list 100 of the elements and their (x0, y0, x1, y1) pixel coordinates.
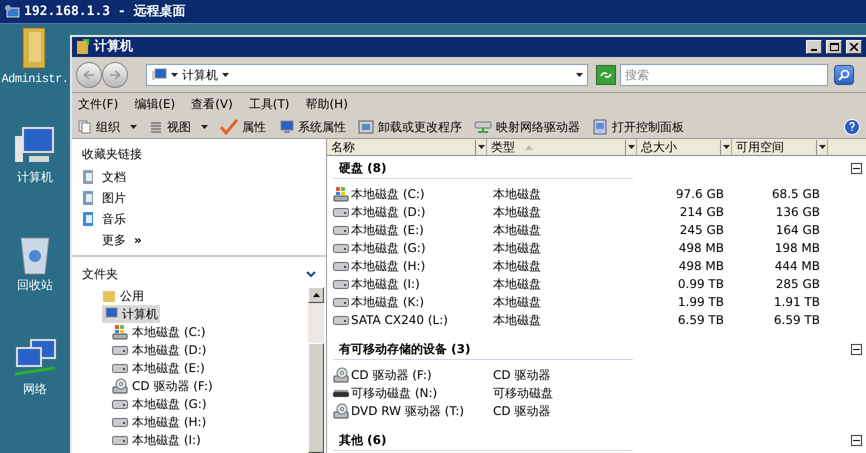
drive-row[interactable]: 本地磁盘 (I:) 本地磁盘 0.99 TB 285 GB (329, 275, 862, 293)
free-space: 1.91 TB (774, 295, 820, 309)
window-title: 计算机 (94, 38, 133, 56)
favorite-link[interactable]: 文档 (82, 168, 316, 186)
toolbar-button[interactable]: 映射网络驱动器 (474, 118, 580, 136)
tree-item[interactable]: 本地磁盘 (H:) (112, 413, 206, 431)
tree-item[interactable]: 本地磁盘 (D:) (112, 341, 206, 359)
drive-type: 本地磁盘 (493, 241, 541, 255)
more-chevron[interactable]: » (134, 231, 142, 249)
tree-item[interactable]: 本地磁盘 (I:) (112, 431, 201, 449)
collapse-button[interactable] (851, 434, 862, 446)
tree-item[interactable]: 计算机 (102, 305, 160, 323)
scroll-up-icon (312, 293, 320, 297)
toolbar-button[interactable]: 卸载或更改程序 (358, 118, 462, 136)
drive-name: 本地磁盘 (G:) (351, 240, 426, 257)
free-space: 68.5 GB (772, 187, 820, 201)
maximize-button[interactable] (826, 40, 842, 54)
caret-icon (130, 124, 137, 128)
desktop-icon[interactable]: 回收站 (17, 232, 53, 338)
back-arrow-icon (83, 70, 95, 80)
drive-row[interactable]: CD 驱动器 (F:) CD 驱动器 (329, 366, 862, 384)
collapse-button[interactable] (851, 344, 862, 354)
list-icon (149, 120, 163, 134)
drive-name: DVD RW 驱动器 (T:) (351, 403, 464, 420)
desktop-icon-label: 回收站 (17, 277, 53, 294)
column-header[interactable]: 总大小 (637, 139, 732, 155)
free-space: 444 MB (774, 259, 820, 273)
total-size: 498 MB (678, 259, 724, 273)
toolbar-button[interactable]: 属性 (220, 118, 266, 136)
menu-item[interactable]: 文件(F) (78, 95, 118, 113)
drive-row[interactable]: 本地磁盘 (E:) 本地磁盘 245 GB 164 GB (329, 221, 862, 239)
drive-row[interactable]: 本地磁盘 (C:) 本地磁盘 97.6 GB 68.5 GB (329, 185, 862, 203)
cd-drive-icon (112, 378, 128, 394)
back-button[interactable] (76, 62, 102, 88)
search-button[interactable] (834, 64, 854, 84)
drive-icon (333, 208, 349, 216)
column-header[interactable]: 可用空间 (732, 139, 828, 155)
program-box-icon (358, 118, 374, 134)
column-header[interactable]: 名称 (327, 139, 487, 155)
drive-row[interactable]: 可移动磁盘 (N:) 可移动磁盘 (329, 384, 862, 402)
drive-name: 本地磁盘 (C:) (351, 186, 425, 203)
tree-item[interactable]: 本地磁盘 (G:) (112, 395, 207, 413)
computer-icon (151, 68, 167, 82)
favorite-link[interactable]: 音乐 (82, 210, 316, 228)
close-button[interactable] (846, 40, 862, 54)
tree-item[interactable]: 本地磁盘 (C:) (112, 323, 206, 341)
drive-type: 本地磁盘 (493, 205, 541, 219)
desktop-icon[interactable]: 网络 (13, 338, 57, 444)
tree-item[interactable]: CD 驱动器 (F:) (112, 377, 213, 395)
refresh-button[interactable] (596, 64, 616, 84)
menu-item[interactable]: 编辑(E) (134, 95, 176, 113)
drive-icon (112, 436, 128, 444)
forward-button[interactable] (102, 62, 128, 88)
caret-icon (576, 72, 583, 76)
menu-item[interactable]: 查看(V) (191, 95, 233, 113)
control-panel-icon (592, 118, 608, 134)
close-icon (850, 43, 858, 51)
address-bar[interactable]: 计算机 (146, 64, 588, 86)
minimize-button[interactable] (806, 40, 822, 54)
desktop-icon[interactable]: Administr. (1, 26, 68, 126)
drive-row[interactable]: 本地磁盘 (D:) 本地磁盘 214 GB 136 GB (329, 203, 862, 221)
caret-icon (222, 72, 229, 76)
menu-item[interactable]: 工具(T) (248, 95, 290, 113)
search-field[interactable]: 搜索 (620, 64, 828, 86)
drive-row[interactable]: 本地磁盘 (G:) 本地磁盘 498 MB 198 MB (329, 239, 862, 257)
drive-name: CD 驱动器 (F:) (351, 367, 432, 384)
help-icon (849, 122, 855, 131)
tree-item[interactable]: 本地磁盘 (E:) (112, 359, 205, 377)
favorite-link[interactable]: 图片 (82, 189, 316, 207)
column-header[interactable]: 类型 (487, 139, 637, 155)
monitor-icon (278, 120, 294, 134)
chevron-down-icon[interactable] (306, 270, 316, 278)
free-space: 198 MB (774, 241, 820, 255)
drive-icon (333, 244, 349, 252)
more-link[interactable]: 更多 (102, 231, 126, 249)
toolbar-button[interactable]: 视图 (149, 118, 208, 136)
pages-icon (78, 120, 92, 134)
desktop-icon[interactable]: 计算机 (13, 126, 57, 232)
music-icon (82, 211, 96, 227)
drive-type: 可移动磁盘 (493, 386, 553, 400)
system-drive-icon (333, 186, 349, 202)
tree-item[interactable]: 公用 (102, 287, 146, 305)
collapse-button[interactable] (851, 162, 862, 174)
folders-heading: 文件夹 (82, 266, 118, 283)
scrollbar[interactable] (308, 287, 324, 453)
toolbar-button[interactable]: 系统属性 (278, 118, 346, 136)
refresh-icon (599, 70, 613, 80)
total-size: 97.6 GB (676, 187, 724, 201)
drive-type: 本地磁盘 (493, 187, 541, 201)
drive-name: 本地磁盘 (I:) (351, 276, 420, 293)
toolbar-button[interactable]: 打开控制面板 (592, 118, 684, 136)
free-space: 164 GB (776, 223, 820, 237)
drive-row[interactable]: 本地磁盘 (H:) 本地磁盘 498 MB 444 MB (329, 257, 862, 275)
address-crumb[interactable]: 计算机 (182, 66, 218, 84)
drive-row[interactable]: 本地磁盘 (K:) 本地磁盘 1.99 TB 1.91 TB (329, 293, 862, 311)
menu-item[interactable]: 帮助(H) (306, 95, 348, 113)
toolbar-button[interactable]: 组织 (78, 118, 137, 136)
drive-row[interactable]: DVD RW 驱动器 (T:) CD 驱动器 (329, 402, 862, 420)
drive-row[interactable]: SATA CX240 (L:) 本地磁盘 6.59 TB 6.59 TB (329, 311, 862, 329)
help-button[interactable] (844, 118, 860, 134)
